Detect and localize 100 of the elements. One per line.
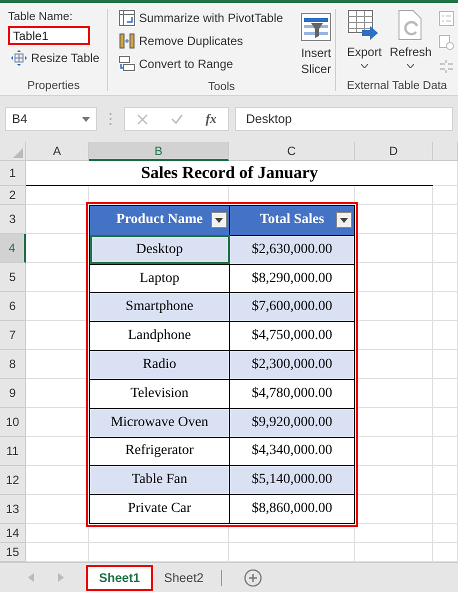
sheet-tab[interactable]: Sheet1	[88, 566, 151, 588]
row-header[interactable]: 1	[0, 161, 26, 186]
tool-button[interactable]: Summarize with PivotTable	[116, 8, 286, 28]
empty-cell[interactable]	[433, 186, 458, 205]
sheet-title: Sales Record of January	[26, 161, 433, 186]
column-header[interactable]	[433, 142, 458, 161]
scroll-left-icon[interactable]	[28, 573, 34, 582]
group-label: Properties	[26, 80, 81, 94]
select-all-corner[interactable]	[0, 142, 26, 161]
row-header[interactable]: 4	[0, 234, 26, 263]
group-label: Tools	[207, 81, 236, 95]
empty-cell[interactable]	[229, 543, 355, 562]
table-cell: Table Fan	[90, 465, 230, 494]
caret-icon	[407, 64, 414, 68]
caret-icon	[215, 218, 223, 223]
row-header[interactable]: 10	[0, 408, 26, 437]
row-header[interactable]: 8	[0, 350, 26, 379]
filter-button[interactable]	[211, 212, 227, 228]
table-cell: Microwave Oven	[90, 408, 230, 436]
caret-icon	[360, 64, 368, 68]
resize-icon	[11, 50, 27, 66]
empty-cell[interactable]	[433, 321, 458, 350]
empty-cell[interactable]	[433, 524, 458, 543]
row-header[interactable]: 15	[0, 543, 26, 562]
table-cell: $4,780,000.00	[230, 378, 354, 408]
insert-slicer-button[interactable]: Insert Slicer	[298, 8, 334, 81]
drag-handle-icon[interactable]	[109, 112, 112, 126]
empty-cell[interactable]	[433, 292, 458, 321]
table-cell: $7,600,000.00	[230, 292, 354, 322]
slicer-icon	[301, 13, 332, 41]
row-header[interactable]: 13	[0, 495, 26, 524]
convert-range-icon	[119, 56, 135, 72]
row-header[interactable]: 7	[0, 321, 26, 350]
table-cell: Radio	[90, 350, 230, 379]
name-box[interactable]: B4	[5, 107, 97, 131]
table-cell: $4,750,000.00	[230, 321, 354, 350]
browser-icon[interactable]	[438, 35, 454, 50]
empty-cell[interactable]	[89, 543, 229, 562]
column-header[interactable]: A	[26, 142, 89, 161]
add-sheet-icon[interactable]	[244, 568, 262, 586]
empty-cell[interactable]	[433, 234, 458, 263]
pivot-table-icon	[119, 10, 135, 26]
empty-cell[interactable]	[433, 205, 458, 234]
table-cell: Desktop	[90, 234, 230, 264]
row-header[interactable]: 2	[0, 186, 26, 205]
table-name-field[interactable]: Table1	[8, 26, 90, 45]
export-icon	[348, 10, 380, 40]
column-header[interactable]: D	[355, 142, 433, 161]
table-cell: $8,860,000.00	[230, 494, 354, 523]
refresh-button[interactable]: Refresh	[386, 6, 435, 80]
formula-input[interactable]: Desktop	[235, 107, 453, 131]
empty-cell[interactable]	[433, 263, 458, 292]
column-header[interactable]: C	[229, 142, 355, 161]
empty-cell[interactable]	[433, 495, 458, 524]
row-header[interactable]: 14	[0, 524, 26, 543]
scroll-right-icon[interactable]	[58, 573, 64, 582]
row-header[interactable]: 9	[0, 379, 26, 408]
empty-cell[interactable]	[433, 379, 458, 408]
resize-table-button[interactable]: Resize Table	[8, 48, 102, 68]
row-header[interactable]: 5	[0, 263, 26, 292]
table-cell: $8,290,000.00	[230, 264, 354, 292]
row-header[interactable]: 3	[0, 205, 26, 234]
empty-cell[interactable]	[355, 543, 433, 562]
cancel-icon[interactable]	[136, 114, 148, 124]
empty-cell[interactable]	[355, 524, 433, 543]
table-cell: Television	[90, 378, 230, 408]
remove-duplicates-icon	[119, 33, 135, 49]
empty-cell[interactable]	[433, 350, 458, 379]
tool-button[interactable]: Remove Duplicates	[116, 31, 286, 51]
checkmark-icon[interactable]	[170, 114, 183, 124]
table-cell: $2,300,000.00	[230, 350, 354, 379]
table-cell: $9,920,000.00	[230, 408, 354, 436]
empty-cell[interactable]	[433, 437, 458, 466]
unlink-icon[interactable]	[438, 59, 454, 74]
row-header[interactable]: 6	[0, 292, 26, 321]
triangle-icon	[13, 148, 23, 158]
row-header[interactable]: 11	[0, 437, 26, 466]
caret-icon	[82, 116, 90, 122]
sheet-tab[interactable]: Sheet2	[153, 566, 215, 588]
group-label: External Table Data	[346, 80, 448, 94]
filter-button[interactable]	[336, 212, 352, 228]
empty-cell[interactable]	[89, 524, 229, 543]
table-cell: Refrigerator	[90, 436, 230, 466]
table-cell: Smartphone	[90, 292, 230, 322]
empty-cell[interactable]	[229, 524, 355, 543]
table-name-label: Table Name:	[8, 11, 73, 23]
table-cell: $5,140,000.00	[230, 465, 354, 494]
column-heading: Total Sales	[260, 212, 324, 228]
empty-cell[interactable]	[433, 466, 458, 495]
empty-cell[interactable]	[433, 543, 458, 562]
column-heading: Product Name	[116, 212, 203, 228]
tool-button[interactable]: Convert to Range	[116, 54, 286, 74]
properties-icon[interactable]	[438, 11, 454, 26]
table-cell: Private Car	[90, 494, 230, 523]
empty-cell[interactable]	[433, 408, 458, 437]
column-header[interactable]: B	[89, 142, 229, 161]
row-header[interactable]: 12	[0, 466, 26, 495]
insert-function-button[interactable]: fx	[206, 111, 216, 127]
export-button[interactable]: Export	[344, 6, 385, 80]
table-cell: Laptop	[90, 264, 230, 292]
